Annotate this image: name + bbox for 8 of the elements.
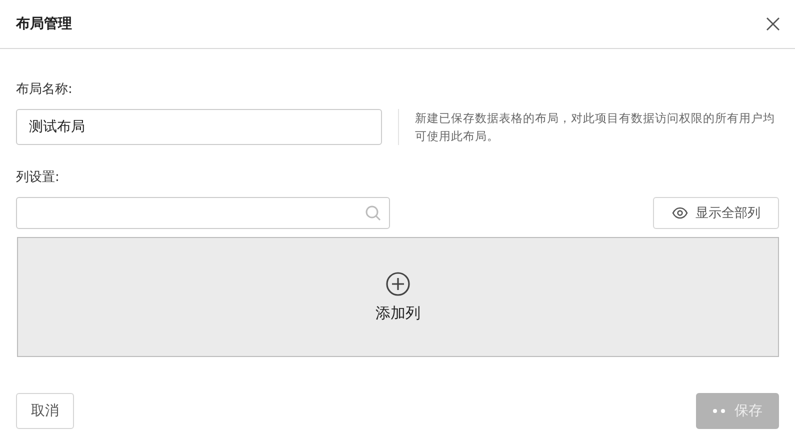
dialog-title: 布局管理 [16, 15, 72, 33]
cancel-button[interactable]: 取消 [16, 393, 74, 429]
input-field[interactable]: 测试布局 [16, 109, 382, 145]
add-column-button[interactable]: 添加列 [17, 237, 779, 357]
help-text: 新建已保存数据表格的布局，对此项目有数据访问权限的所有用户均可使用此布局。 [398, 109, 779, 145]
show-all-columns-button[interactable]: 显示全部列 [653, 197, 779, 229]
field-label: 列设置: [16, 169, 60, 187]
field-label: 布局名称: [16, 81, 74, 99]
